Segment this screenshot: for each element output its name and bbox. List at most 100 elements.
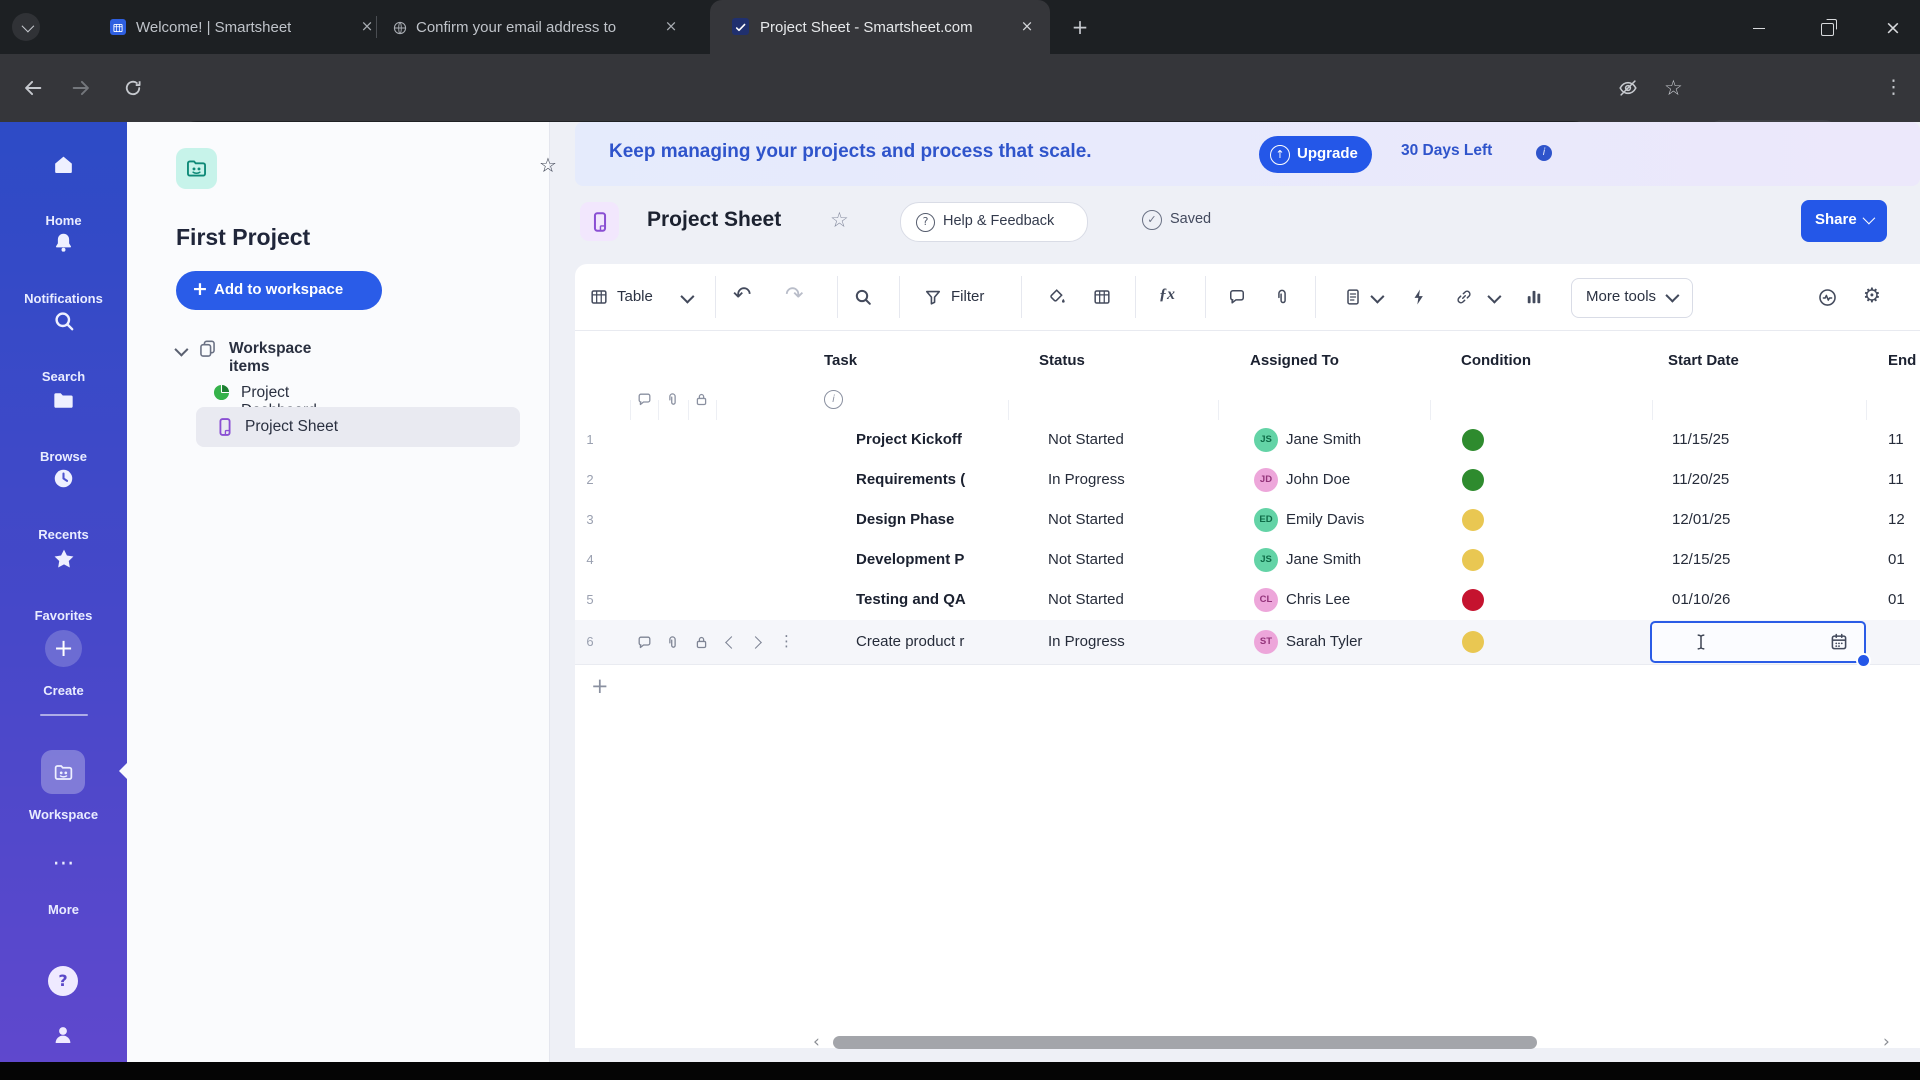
- lock-row-icon[interactable]: [693, 634, 710, 651]
- link-icon[interactable]: [1454, 287, 1474, 307]
- favorite-sheet-star-icon[interactable]: [830, 208, 849, 233]
- help-feedback-button[interactable]: Help & Feedback: [900, 202, 1088, 242]
- settings-gear-icon[interactable]: [1863, 283, 1881, 308]
- column-header-task[interactable]: Task: [824, 352, 857, 369]
- cell-start-date[interactable]: 12/15/25: [1672, 551, 1730, 568]
- automation-bolt-icon[interactable]: [1409, 287, 1429, 307]
- cell-status[interactable]: Not Started: [1048, 551, 1124, 568]
- cell-drag-handle[interactable]: [1856, 653, 1871, 668]
- sidebar-item-workspace[interactable]: Workspace: [0, 750, 127, 765]
- reload-icon[interactable]: [122, 77, 144, 99]
- tab-close-icon[interactable]: [1018, 18, 1036, 36]
- cell-end-date[interactable]: 11: [1888, 431, 1904, 448]
- cell-end-date[interactable]: 01: [1888, 591, 1905, 608]
- window-minimize-button[interactable]: [1746, 16, 1772, 42]
- cell-end-date[interactable]: 01: [1888, 551, 1905, 568]
- cell-start-date[interactable]: 11/20/25: [1672, 471, 1729, 488]
- chart-icon[interactable]: [1524, 287, 1544, 307]
- calendar-icon[interactable]: [1828, 631, 1850, 653]
- browser-tab-project-sheet[interactable]: Project Sheet - Smartsheet.com: [710, 0, 1050, 54]
- row-number[interactable]: 2: [575, 472, 605, 488]
- back-icon[interactable]: [22, 77, 44, 99]
- attachment-column-icon[interactable]: [664, 391, 681, 408]
- row-number[interactable]: 1: [575, 432, 605, 448]
- redo-icon[interactable]: [785, 282, 803, 308]
- grid-row-1[interactable]: 1Project KickoffNot StartedJSJane Smith1…: [575, 420, 1920, 461]
- browser-tab-confirm-email[interactable]: Confirm your email address to: [380, 0, 706, 54]
- add-row-button[interactable]: [591, 674, 609, 699]
- start-date-edit-cell[interactable]: [1650, 621, 1866, 663]
- comment-column-icon[interactable]: [636, 391, 653, 408]
- grid-row-2[interactable]: 2Requirements (In ProgressJDJohn Doe11/2…: [575, 460, 1920, 501]
- table-view-icon[interactable]: [589, 287, 609, 307]
- tab-search-chevron-button[interactable]: [12, 13, 40, 41]
- scroll-right-icon[interactable]: [1883, 1032, 1890, 1052]
- eye-off-icon[interactable]: [1617, 77, 1639, 99]
- grid-row-6[interactable]: 6Create product rIn ProgressSTSarah Tyle…: [575, 620, 1920, 665]
- more-tools-button[interactable]: More tools: [1571, 278, 1693, 318]
- help-button[interactable]: [48, 966, 78, 996]
- sidebar-item-create[interactable]: Create: [0, 630, 127, 645]
- window-close-button[interactable]: [1880, 16, 1906, 42]
- document-icon[interactable]: [1343, 287, 1363, 307]
- sidebar-item-notifications[interactable]: Notifications: [0, 230, 127, 270]
- scroll-left-icon[interactable]: [813, 1032, 820, 1052]
- bookmark-star-icon[interactable]: [1664, 76, 1683, 101]
- cell-status[interactable]: Not Started: [1048, 591, 1124, 608]
- cell-status[interactable]: Not Started: [1048, 431, 1124, 448]
- sidebar-item-browse[interactable]: Browse: [0, 388, 127, 428]
- condition-dot[interactable]: [1462, 589, 1484, 611]
- forward-icon[interactable]: [70, 77, 92, 99]
- add-to-workspace-button[interactable]: Add to workspace: [176, 271, 382, 310]
- info-icon[interactable]: [1536, 145, 1552, 161]
- grid-row-5[interactable]: 5Testing and QANot StartedCLChris Lee01/…: [575, 580, 1920, 621]
- horizontal-scrollbar[interactable]: [833, 1036, 1537, 1049]
- tree-item-project-sheet[interactable]: Project Sheet: [196, 407, 520, 447]
- new-tab-button[interactable]: [1068, 15, 1092, 39]
- row-number[interactable]: 5: [575, 592, 605, 608]
- cell-task[interactable]: Project Kickoff: [856, 431, 1002, 448]
- indent-left-icon[interactable]: [725, 636, 738, 649]
- formula-icon[interactable]: ƒx: [1159, 286, 1175, 304]
- attachment-icon[interactable]: [1272, 287, 1292, 307]
- chevron-down-icon[interactable]: [1487, 290, 1501, 304]
- lock-column-icon[interactable]: [693, 391, 710, 408]
- row-number[interactable]: 4: [575, 552, 605, 568]
- undo-icon[interactable]: [733, 282, 751, 308]
- column-info-icon[interactable]: [824, 390, 843, 409]
- column-header-start-date[interactable]: Start Date: [1668, 352, 1739, 369]
- row-number[interactable]: 6: [575, 634, 605, 650]
- condition-dot[interactable]: [1462, 469, 1484, 491]
- cell-start-date[interactable]: 12/01/25: [1672, 511, 1730, 528]
- condition-dot[interactable]: [1462, 429, 1484, 451]
- cell-task[interactable]: Design Phase: [856, 511, 1002, 528]
- cell-status[interactable]: In Progress: [1048, 633, 1125, 650]
- grid-row-3[interactable]: 3Design PhaseNot StartedEDEmily Davis12/…: [575, 500, 1920, 541]
- tab-close-icon[interactable]: [358, 18, 376, 36]
- cell-task[interactable]: Testing and QA: [856, 591, 1002, 608]
- sidebar-item-recents[interactable]: Recents: [0, 466, 127, 506]
- column-header-condition[interactable]: Condition: [1461, 352, 1531, 369]
- condition-dot[interactable]: [1462, 549, 1484, 571]
- grid-row-4[interactable]: 4Development PNot StartedJSJane Smith12/…: [575, 540, 1920, 581]
- fill-color-icon[interactable]: [1047, 287, 1067, 307]
- sidebar-item-more[interactable]: More: [0, 850, 127, 891]
- browser-menu-icon[interactable]: [1884, 76, 1903, 99]
- tab-close-icon[interactable]: [662, 18, 680, 36]
- cell-end-date[interactable]: 11: [1888, 471, 1904, 488]
- filter-icon[interactable]: [923, 287, 943, 307]
- add-attachment-icon[interactable]: [664, 634, 681, 651]
- cell-start-date[interactable]: 11/15/25: [1672, 431, 1729, 448]
- cell-status[interactable]: In Progress: [1048, 471, 1125, 488]
- cell-status[interactable]: Not Started: [1048, 511, 1124, 528]
- chevron-down-icon[interactable]: [1370, 290, 1384, 304]
- browser-tab-welcome[interactable]: Welcome! | Smartsheet: [70, 0, 374, 54]
- format-table-icon[interactable]: [1092, 287, 1112, 307]
- activity-gauge-icon[interactable]: [1817, 287, 1837, 307]
- column-header-end-date[interactable]: End Date: [1888, 352, 1920, 369]
- search-icon[interactable]: [853, 287, 873, 307]
- row-number[interactable]: 3: [575, 512, 605, 528]
- cell-task[interactable]: Requirements (: [856, 471, 1002, 488]
- comment-icon[interactable]: [1227, 287, 1247, 307]
- window-restore-button[interactable]: [1813, 16, 1839, 42]
